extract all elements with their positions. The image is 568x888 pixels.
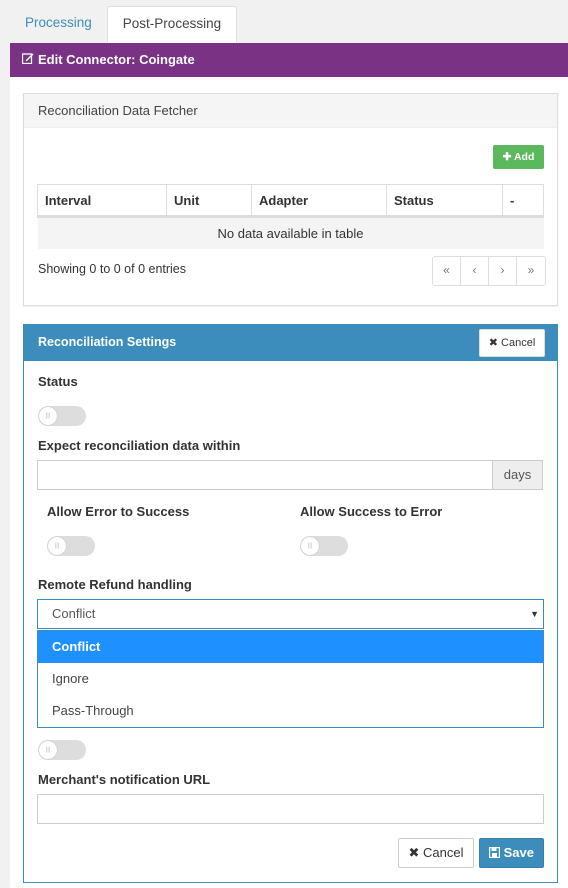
status-label: Status (38, 374, 78, 389)
allow-error-label: Allow Error to Success (47, 504, 190, 519)
days-addon: days (492, 460, 543, 490)
expect-label: Expect reconciliation data within (38, 438, 241, 453)
refund-selected-value: Conflict (52, 606, 96, 621)
edit-icon (21, 43, 34, 76)
add-label: Add (513, 151, 535, 163)
settings-header: Reconciliation Settings ✖ Cancel (24, 325, 557, 361)
status-toggle[interactable]: ||| (38, 406, 86, 426)
option-conflict[interactable]: Conflict (38, 631, 543, 663)
notification-toggle[interactable]: ||| (38, 740, 86, 760)
next-page-button[interactable]: › (489, 257, 517, 285)
toggle-knob: ||| (301, 537, 319, 555)
option-pass-through[interactable]: Pass-Through (38, 695, 543, 727)
table-header-row: Interval Unit Adapter Status - (37, 184, 544, 218)
toggle-knob: ||| (48, 537, 66, 555)
save-button[interactable]: Save (479, 838, 544, 868)
refund-label: Remote Refund handling (38, 577, 192, 592)
toggle-knob: ||| (39, 741, 57, 759)
table-row: No data available in table (37, 216, 544, 249)
page-header: Edit Connector: Coingate (10, 43, 568, 77)
entries-info: Showing 0 to 0 of 0 entries (38, 262, 187, 276)
header-cancel-button[interactable]: ✖ Cancel (479, 329, 545, 357)
prev-page-button[interactable]: ‹ (461, 257, 489, 285)
refund-dropdown: Conflict Ignore Pass-Through (37, 630, 544, 728)
plus-icon: ✚ (502, 151, 512, 163)
refund-select[interactable]: Conflict ▼ (37, 599, 544, 629)
add-button[interactable]: ✚ Add (493, 145, 544, 169)
cancel-label: Cancel (423, 845, 464, 860)
allow-success-label: Allow Success to Error (300, 504, 443, 519)
col-status[interactable]: Status (386, 184, 503, 218)
save-label: Save (503, 845, 534, 860)
fetcher-table: Interval Unit Adapter Status - No data a… (37, 184, 544, 249)
tab-content: Edit Connector: Coingate Reconciliation … (10, 43, 568, 888)
page-title: Edit Connector: Coingate (38, 52, 195, 67)
col-unit[interactable]: Unit (166, 184, 252, 218)
col-actions: - (502, 184, 544, 218)
last-page-button[interactable]: » (517, 257, 545, 285)
first-page-button[interactable]: « (433, 257, 461, 285)
tab-post-processing[interactable]: Post-Processing (106, 6, 238, 43)
pagination: « ‹ › » (432, 256, 546, 286)
settings-title: Reconciliation Settings (38, 335, 177, 349)
close-icon: ✖ (408, 845, 420, 860)
expect-input[interactable] (37, 460, 493, 490)
url-input[interactable] (37, 794, 544, 824)
caret-down-icon: ▼ (530, 609, 539, 619)
toggle-knob: ||| (39, 407, 57, 425)
empty-message: No data available in table (37, 216, 544, 249)
col-interval[interactable]: Interval (37, 184, 167, 218)
allow-error-toggle[interactable]: ||| (47, 536, 95, 556)
col-adapter[interactable]: Adapter (251, 184, 387, 218)
close-icon: ✖ (488, 337, 498, 349)
header-cancel-label: Cancel (501, 337, 536, 349)
allow-success-toggle[interactable]: ||| (300, 536, 348, 556)
floppy-icon (489, 845, 504, 860)
cancel-button[interactable]: ✖ Cancel (398, 838, 474, 868)
fetcher-panel: Reconciliation Data Fetcher ✚ Add Interv… (23, 93, 558, 306)
url-label: Merchant's notification URL (38, 772, 211, 787)
fetcher-title: Reconciliation Data Fetcher (24, 94, 557, 128)
settings-panel: Reconciliation Settings ✖ Cancel Status … (23, 324, 558, 883)
tab-bar: Processing Post-Processing (10, 6, 238, 43)
option-ignore[interactable]: Ignore (38, 663, 543, 695)
tab-processing[interactable]: Processing (10, 6, 107, 43)
